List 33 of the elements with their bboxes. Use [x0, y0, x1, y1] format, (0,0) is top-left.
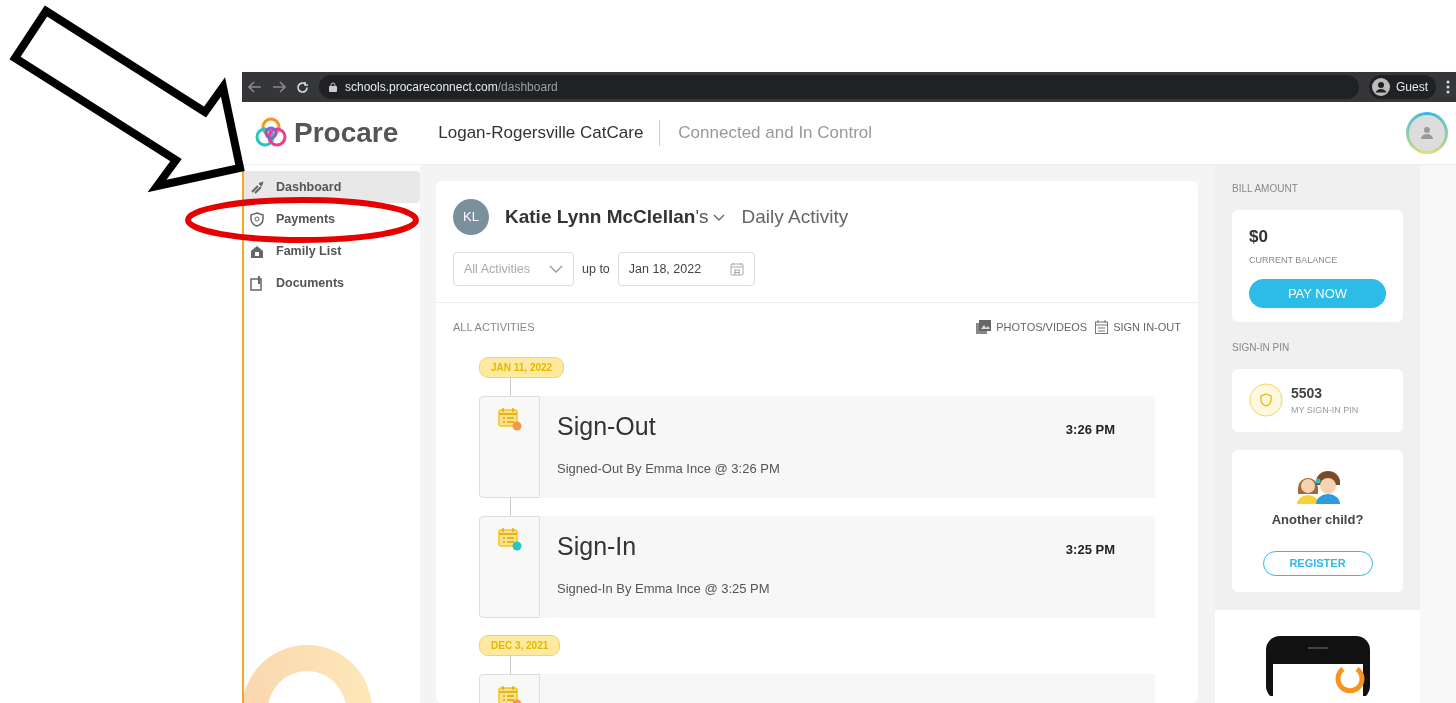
- date-field[interactable]: Jan 18, 2022: [617, 252, 755, 286]
- child-selector[interactable]: Katie Lynn McClellan's: [505, 202, 726, 232]
- filter-link[interactable]: SIGN IN-OUT: [1095, 319, 1181, 336]
- up-to-label: up to: [582, 260, 610, 278]
- sidebar-item[interactable]: Payments: [244, 203, 420, 235]
- url-text: schools.procareconnect.com/dashboard: [345, 79, 558, 96]
- activity-time: 3:26 PM: [1065, 420, 1115, 439]
- profile-button[interactable]: Guest: [1369, 75, 1436, 99]
- sidebar-item[interactable]: Documents: [244, 267, 420, 299]
- child-avatar: KL: [453, 199, 489, 235]
- balance-amount: $0: [1249, 226, 1269, 248]
- activity-detail: Signed-Out By Emma Ince @ 3:26 PM: [557, 460, 781, 478]
- register-prompt: Another child?: [1271, 510, 1364, 529]
- school-name: Logan-Rogersville CatCare: [438, 120, 661, 146]
- brand-name: Procare: [294, 116, 399, 150]
- tagline: Connected and In Control: [678, 122, 873, 145]
- balance-label: CURRENT BALANCE: [1249, 253, 1339, 267]
- pin-number: 5503: [1291, 384, 1324, 403]
- filter-link[interactable]: PHOTOS/VIDEOS: [976, 319, 1088, 336]
- activity-time: 3:25 PM: [1065, 540, 1115, 559]
- page-title: Daily Activity: [741, 204, 849, 229]
- date-badge: DEC 3, 2021: [479, 634, 561, 656]
- section-label: BILL AMOUNT: [1232, 182, 1299, 196]
- sidebar-item[interactable]: Dashboard: [244, 171, 420, 203]
- section-label: ALL ACTIVITIES: [453, 320, 535, 335]
- sidebar-item[interactable]: Family List: [244, 235, 420, 267]
- section-label: SIGN-IN PIN: [1232, 341, 1291, 355]
- pin-caption: MY SIGN-IN PIN: [1291, 404, 1359, 417]
- activity-title: Sign-Out: [557, 410, 656, 442]
- date-badge: JAN 11, 2022: [479, 356, 565, 378]
- address-bar[interactable]: schools.procareconnect.com/dashboard: [319, 75, 1359, 99]
- activity-detail: Signed-In By Emma Ince @ 3:25 PM: [557, 580, 771, 598]
- activity-title: Sign-In: [557, 530, 637, 562]
